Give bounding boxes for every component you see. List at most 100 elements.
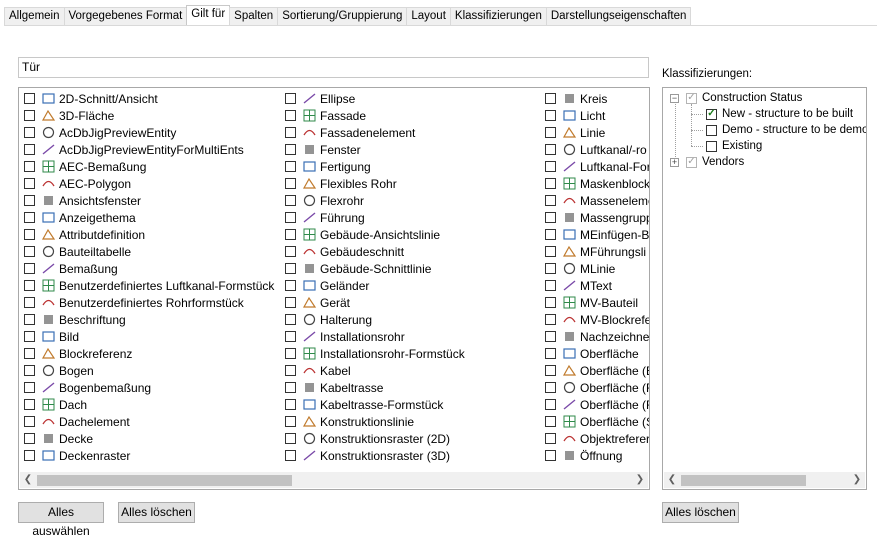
item-checkbox[interactable] [285, 280, 296, 291]
tab-0[interactable]: Allgemein [4, 7, 65, 25]
item-checkbox[interactable] [545, 161, 556, 172]
item-checkbox[interactable] [24, 416, 35, 427]
item-checkbox[interactable] [24, 263, 35, 274]
item-checkbox[interactable] [285, 365, 296, 376]
object-type-list[interactable]: 2D-Schnitt/Ansicht 3D-Fläche AcDbJigPrevie… [18, 87, 650, 490]
item-checkbox[interactable] [285, 314, 296, 325]
item-checkbox[interactable] [545, 331, 556, 342]
list-item[interactable]: Licht [540, 107, 649, 124]
item-checkbox[interactable] [24, 450, 35, 461]
item-checkbox[interactable] [545, 450, 556, 461]
list-horizontal-scrollbar[interactable]: ❮ ❯ [20, 472, 648, 488]
list-item[interactable]: Attributdefinition [19, 226, 281, 243]
tree-checkbox[interactable] [706, 140, 717, 152]
item-checkbox[interactable] [285, 399, 296, 410]
tab-1[interactable]: Vorgegebenes Format [63, 7, 188, 25]
list-item[interactable]: AcDbJigPreviewEntityForMultiEnts [19, 141, 281, 158]
list-item[interactable]: Beschriftung [19, 311, 281, 328]
list-item[interactable]: Kreis [540, 90, 649, 107]
tree-checkbox[interactable]: ✓ [686, 92, 697, 104]
item-checkbox[interactable] [285, 297, 296, 308]
tab-7[interactable]: Darstellungseigenschaften [545, 7, 692, 25]
clear-all-button[interactable]: Alles löschen [118, 502, 195, 523]
classification-tree[interactable]: ❮ ❯ − ✓ Construction Status ✓ New - structur… [662, 87, 867, 490]
list-item[interactable]: MLinie [540, 260, 649, 277]
collapse-icon[interactable]: − [670, 93, 679, 103]
item-checkbox[interactable] [24, 229, 35, 240]
item-checkbox[interactable] [24, 382, 35, 393]
list-item[interactable]: MText [540, 277, 649, 294]
list-item[interactable]: Fertigung [280, 158, 542, 175]
tab-6[interactable]: Klassifizierungen [449, 7, 547, 25]
list-item[interactable]: 2D-Schnitt/Ansicht [19, 90, 281, 107]
item-checkbox[interactable] [545, 246, 556, 257]
item-checkbox[interactable] [24, 331, 35, 342]
item-checkbox[interactable] [545, 314, 556, 325]
scroll-left-icon[interactable]: ❮ [20, 472, 36, 488]
list-item[interactable]: Bogen [19, 362, 281, 379]
item-checkbox[interactable] [545, 297, 556, 308]
item-checkbox[interactable] [24, 365, 35, 376]
item-checkbox[interactable] [285, 229, 296, 240]
item-checkbox[interactable] [545, 110, 556, 121]
select-all-button[interactable]: Alles auswählen [18, 502, 104, 538]
tree-node[interactable]: − ✓ Construction Status [670, 90, 802, 106]
item-checkbox[interactable] [285, 144, 296, 155]
list-item[interactable]: Ansichtsfenster [19, 192, 281, 209]
list-item[interactable]: Flexibles Rohr [280, 175, 542, 192]
item-checkbox[interactable] [285, 127, 296, 138]
list-item[interactable]: Gebäude-Ansichtslinie [280, 226, 542, 243]
list-item[interactable]: Benutzerdefiniertes Rohrformstück [19, 294, 281, 311]
expand-icon[interactable]: + [670, 157, 679, 167]
list-item[interactable]: Konstruktionslinie [280, 413, 542, 430]
item-checkbox[interactable] [24, 161, 35, 172]
item-checkbox[interactable] [24, 212, 35, 223]
item-checkbox[interactable] [24, 93, 35, 104]
list-item[interactable]: Gerät [280, 294, 542, 311]
item-checkbox[interactable] [545, 433, 556, 444]
list-item[interactable]: Konstruktionsraster (3D) [280, 447, 542, 464]
item-checkbox[interactable] [24, 178, 35, 189]
scrollbar-thumb[interactable] [681, 475, 806, 486]
item-checkbox[interactable] [285, 212, 296, 223]
tree-node[interactable]: + ✓ Vendors [670, 154, 744, 170]
list-item[interactable]: Oberfläche (S [540, 413, 649, 430]
list-item[interactable]: Dachelement [19, 413, 281, 430]
list-item[interactable]: Anzeigethema [19, 209, 281, 226]
scrollbar-thumb[interactable] [37, 475, 292, 486]
list-item[interactable]: Benutzerdefiniertes Luftkanal-Formstück [19, 277, 281, 294]
list-item[interactable]: Konstruktionsraster (2D) [280, 430, 542, 447]
item-checkbox[interactable] [545, 195, 556, 206]
list-item[interactable]: Bogenbemaßung [19, 379, 281, 396]
item-checkbox[interactable] [545, 144, 556, 155]
item-checkbox[interactable] [24, 297, 35, 308]
list-item[interactable]: AcDbJigPreviewEntity [19, 124, 281, 141]
list-item[interactable]: Installationsrohr [280, 328, 542, 345]
item-checkbox[interactable] [285, 93, 296, 104]
list-item[interactable]: Bemaßung [19, 260, 281, 277]
list-item[interactable]: Deckenraster [19, 447, 281, 464]
list-item[interactable]: Fenster [280, 141, 542, 158]
list-item[interactable]: AEC-Polygon [19, 175, 281, 192]
list-item[interactable]: Kabel [280, 362, 542, 379]
item-checkbox[interactable] [545, 365, 556, 376]
item-checkbox[interactable] [545, 263, 556, 274]
item-checkbox[interactable] [24, 110, 35, 121]
item-checkbox[interactable] [285, 161, 296, 172]
list-item[interactable]: Oberfläche [540, 345, 649, 362]
list-item[interactable]: Masseneleme [540, 192, 649, 209]
list-item[interactable]: Oberfläche (F [540, 379, 649, 396]
list-item[interactable]: Bild [19, 328, 281, 345]
item-checkbox[interactable] [285, 246, 296, 257]
item-checkbox[interactable] [545, 212, 556, 223]
tab-2[interactable]: Gilt für [186, 5, 231, 26]
list-item[interactable]: MV-Blockrefe [540, 311, 649, 328]
list-item[interactable]: Luftkanal-For [540, 158, 649, 175]
list-item[interactable]: Flexrohr [280, 192, 542, 209]
item-checkbox[interactable] [285, 382, 296, 393]
list-item[interactable]: Fassadenelement [280, 124, 542, 141]
tree-node[interactable]: ✓ New - structure to be built [706, 106, 853, 122]
list-item[interactable]: Kabeltrasse [280, 379, 542, 396]
list-item[interactable]: Oberfläche (F [540, 396, 649, 413]
item-checkbox[interactable] [545, 399, 556, 410]
